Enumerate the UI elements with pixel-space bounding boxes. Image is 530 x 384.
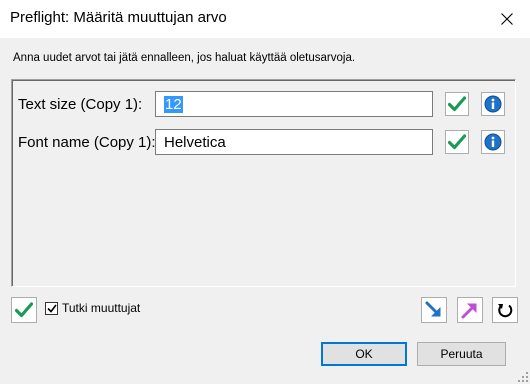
- import-button[interactable]: [421, 297, 447, 323]
- title-bar: Preflight: Määritä muuttujan arvo: [0, 0, 530, 38]
- variable-label: Text size (Copy 1):: [18, 96, 143, 113]
- instruction-text: Anna uudet arvot tai jätä ennalleen, jos…: [13, 52, 356, 64]
- input-value-selected: 12: [164, 95, 183, 113]
- export-button[interactable]: [457, 297, 483, 323]
- cancel-button[interactable]: Peruuta: [417, 342, 506, 366]
- apply-value-button[interactable]: [445, 92, 469, 116]
- resize-grip-icon[interactable]: [518, 372, 528, 382]
- reset-icon: [498, 304, 513, 318]
- variables-panel: Text size (Copy 1): 12 Font name (Copy 1…: [11, 79, 516, 287]
- info-button[interactable]: [481, 92, 505, 116]
- arrow-down-right-icon: [425, 301, 441, 317]
- dialog-window: Preflight: Määritä muuttujan arvo Anna u…: [0, 0, 530, 384]
- variable-row-text-size: Text size (Copy 1): 12: [12, 91, 515, 119]
- reset-button[interactable]: [492, 297, 518, 323]
- checkmark-icon: [448, 96, 466, 112]
- input-value: Helvetica: [164, 133, 226, 151]
- checkmark-icon: [15, 302, 33, 318]
- info-icon: [484, 133, 502, 151]
- close-button[interactable]: [484, 0, 530, 38]
- arrow-up-right-icon: [461, 303, 477, 319]
- checkbox-label: Tutki muuttujat: [62, 301, 141, 315]
- checkbox-check-icon: [46, 304, 57, 313]
- checkbox-box[interactable]: [45, 301, 58, 315]
- apply-all-button[interactable]: [11, 297, 37, 323]
- text-size-input[interactable]: 12: [155, 91, 433, 117]
- ok-button[interactable]: OK: [321, 342, 407, 366]
- variable-row-font-name: Font name (Copy 1): Helvetica: [12, 129, 515, 157]
- info-button[interactable]: [481, 130, 505, 154]
- font-name-input[interactable]: Helvetica: [155, 129, 433, 155]
- window-title: Preflight: Määritä muuttujan arvo: [10, 9, 227, 26]
- info-icon: [484, 95, 502, 113]
- inspect-variables-checkbox[interactable]: Tutki muuttujat: [45, 301, 140, 315]
- variable-label: Font name (Copy 1):: [18, 134, 156, 151]
- apply-value-button[interactable]: [445, 130, 469, 154]
- close-icon: [501, 13, 513, 25]
- checkmark-icon: [448, 134, 466, 150]
